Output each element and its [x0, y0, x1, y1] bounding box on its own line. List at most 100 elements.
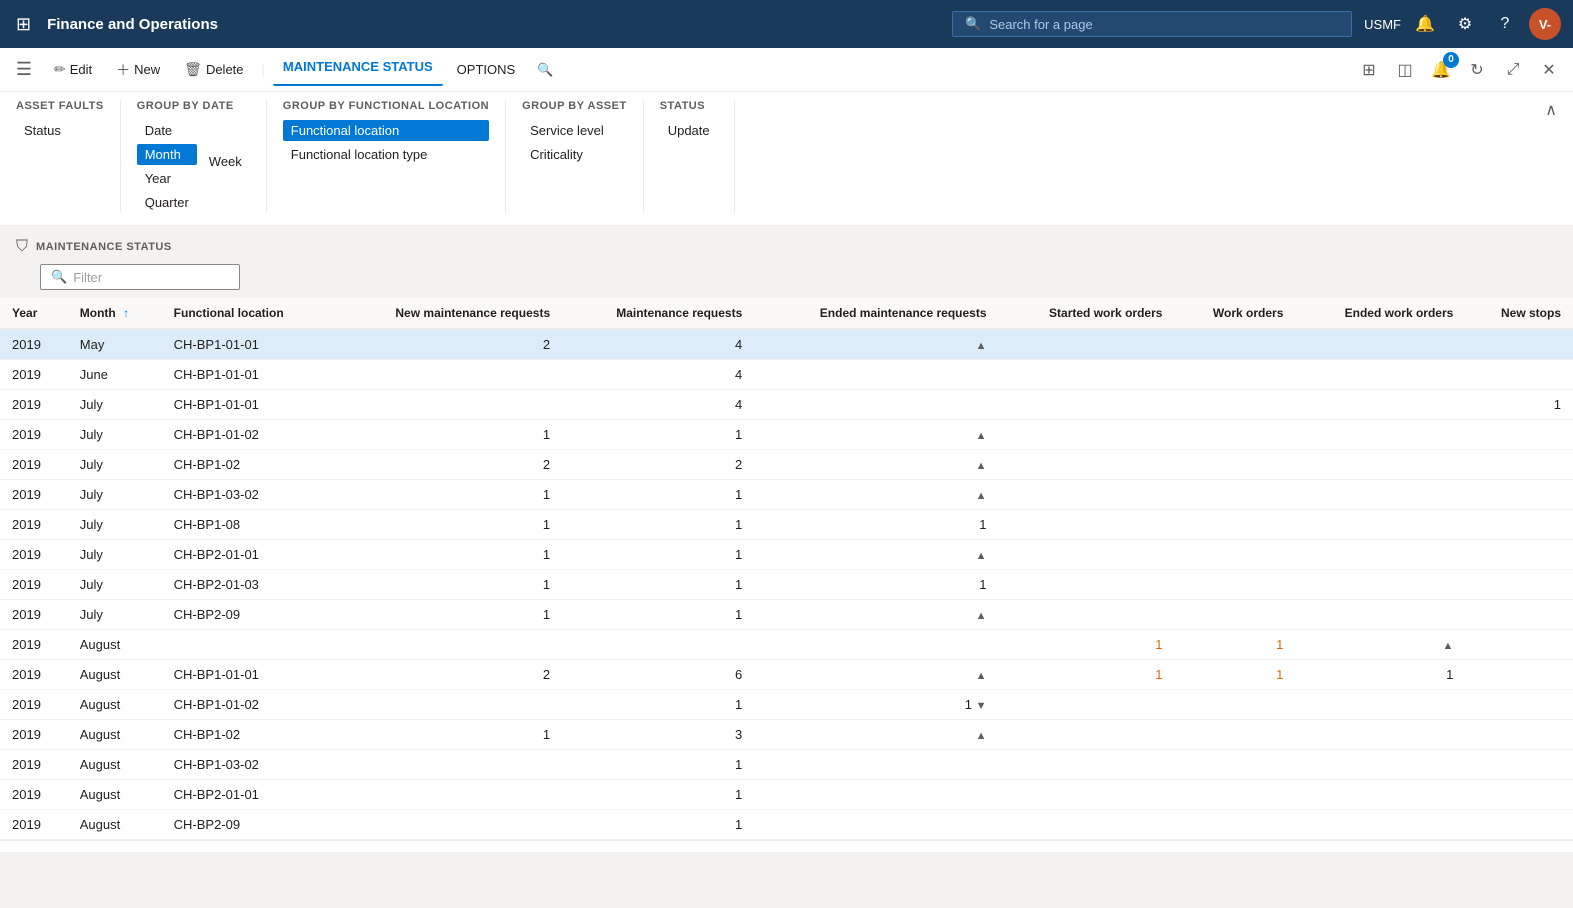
edit-button[interactable]: ✏ Edit	[44, 55, 102, 84]
table-row[interactable]: 2019JulyCH-BP1-08111	[0, 510, 1573, 540]
settings-icon[interactable]: ⚙	[1449, 8, 1481, 40]
table-cell: CH-BP1-01-02	[162, 420, 334, 450]
horizontal-scrollbar[interactable]	[0, 840, 1573, 852]
table-cell: 1	[999, 630, 1175, 660]
ribbon-item-status[interactable]: Status	[16, 120, 104, 141]
filter-bar: 🔍	[0, 256, 1573, 298]
grid-menu-icon[interactable]: ⊞	[12, 10, 35, 39]
group-by-date-col2: Week	[201, 120, 250, 172]
search-input[interactable]	[989, 17, 1339, 32]
table-cell: 2019	[0, 810, 68, 840]
table-row[interactable]: 2019AugustCH-BP1-01-0211 ▼	[0, 690, 1573, 720]
group-by-date-title: GROUP BY DATE	[137, 100, 250, 112]
table-cell	[999, 750, 1175, 780]
expand-icon[interactable]: ⤢	[1497, 54, 1529, 86]
notifications-icon[interactable]: 🔔	[1409, 8, 1441, 40]
table-cell: 2019	[0, 630, 68, 660]
table-cell	[1174, 720, 1295, 750]
ribbon-item-year[interactable]: Year	[137, 168, 197, 189]
table-row[interactable]: 2019AugustCH-BP1-03-021	[0, 750, 1573, 780]
table-cell	[1174, 329, 1295, 360]
table-row[interactable]: 2019JulyCH-BP1-0222▲	[0, 450, 1573, 480]
table-cell: 1	[754, 510, 998, 540]
table-cell: 1	[333, 420, 562, 450]
col-new-stops[interactable]: New stops	[1465, 298, 1573, 329]
col-ended-mr[interactable]: Ended maintenance requests	[754, 298, 998, 329]
ribbon-item-functional-location[interactable]: Functional location	[283, 120, 489, 141]
refresh-icon[interactable]: ↻	[1461, 54, 1493, 86]
col-started-wo[interactable]: Started work orders	[999, 298, 1175, 329]
table-cell: 6	[562, 660, 754, 690]
table-cell	[1465, 780, 1573, 810]
table-cell: 2019	[0, 600, 68, 630]
group-by-functional-items: Functional location Functional location …	[283, 120, 489, 165]
table-cell: 1	[333, 480, 562, 510]
table-cell	[999, 720, 1175, 750]
hamburger-icon[interactable]: ☰	[8, 54, 40, 86]
filter-input[interactable]	[73, 270, 229, 285]
col-new-mr[interactable]: New maintenance requests	[333, 298, 562, 329]
table-row[interactable]: 2019JulyCH-BP2-01-03111	[0, 570, 1573, 600]
group-by-functional-title: GROUP BY FUNCTIONAL LOCATION	[283, 100, 489, 112]
tab-options[interactable]: OPTIONS	[447, 56, 526, 83]
ribbon-group-asset: GROUP BY ASSET Service level Criticality	[522, 100, 644, 213]
table-cell: August	[68, 810, 162, 840]
table-cell	[1174, 780, 1295, 810]
col-wo[interactable]: Work orders	[1174, 298, 1295, 329]
search-tab-icon[interactable]: 🔍	[537, 62, 553, 78]
table-row[interactable]: 2019AugustCH-BP2-091	[0, 810, 1573, 840]
table-cell: 1	[562, 600, 754, 630]
table-cell: 1	[562, 540, 754, 570]
ribbon-item-week[interactable]: Week	[201, 151, 250, 172]
table-cell: July	[68, 600, 162, 630]
tab-maintenance-status[interactable]: MAINTENANCE STATUS	[273, 53, 443, 86]
table-cell: July	[68, 420, 162, 450]
ribbon-item-month[interactable]: Month	[137, 144, 197, 165]
user-avatar[interactable]: V-	[1529, 8, 1561, 40]
table-row[interactable]: 2019JulyCH-BP1-03-0211▲	[0, 480, 1573, 510]
table-cell	[1174, 690, 1295, 720]
col-year[interactable]: Year	[0, 298, 68, 329]
table-cell	[1174, 540, 1295, 570]
global-search[interactable]: 🔍	[952, 11, 1352, 37]
table-row[interactable]: 2019AugustCH-BP2-01-011	[0, 780, 1573, 810]
filter-funnel-icon[interactable]: ⛉	[16, 238, 28, 256]
group-by-asset-items: Service level Criticality	[522, 120, 627, 165]
table-cell	[1295, 390, 1465, 420]
table-row[interactable]: 2019JulyCH-BP2-01-0111▲	[0, 540, 1573, 570]
delete-button[interactable]: 🗑 Delete	[174, 55, 253, 84]
filter-input-container[interactable]: 🔍	[40, 264, 240, 290]
ribbon-item-quarter[interactable]: Quarter	[137, 192, 197, 213]
table-row[interactable]: 2019AugustCH-BP1-01-0126▲111	[0, 660, 1573, 690]
table-cell: July	[68, 450, 162, 480]
ribbon-collapse[interactable]: ∧	[1545, 100, 1557, 213]
table-row[interactable]: 2019JulyCH-BP1-01-0211▲	[0, 420, 1573, 450]
new-button[interactable]: ＋ New	[106, 54, 170, 86]
table-row[interactable]: 2019JulyCH-BP1-01-0141	[0, 390, 1573, 420]
collapse-ribbon-icon[interactable]: ∧	[1545, 100, 1557, 120]
col-month[interactable]: Month ↑	[68, 298, 162, 329]
table-cell: 2	[562, 450, 754, 480]
table-cell	[1295, 810, 1465, 840]
table-row[interactable]: 2019AugustCH-BP1-0213▲	[0, 720, 1573, 750]
ribbon-group-functional: GROUP BY FUNCTIONAL LOCATION Functional …	[283, 100, 506, 213]
delete-label: Delete	[206, 62, 244, 77]
col-ended-wo[interactable]: Ended work orders	[1295, 298, 1465, 329]
table-row[interactable]: 2019JulyCH-BP2-0911▲	[0, 600, 1573, 630]
ribbon-item-update[interactable]: Update	[660, 120, 718, 141]
col-functional-location[interactable]: Functional location	[162, 298, 334, 329]
col-mr[interactable]: Maintenance requests	[562, 298, 754, 329]
ribbon-item-criticality[interactable]: Criticality	[522, 144, 627, 165]
ribbon-item-date[interactable]: Date	[137, 120, 197, 141]
close-icon[interactable]: ✕	[1533, 54, 1565, 86]
help-icon[interactable]: ?	[1489, 8, 1521, 40]
office-icon[interactable]: ◫	[1389, 54, 1421, 86]
view-icon[interactable]: ⊞	[1353, 54, 1385, 86]
table-row[interactable]: 2019JuneCH-BP1-01-014	[0, 360, 1573, 390]
ribbon-item-functional-location-type[interactable]: Functional location type	[283, 144, 489, 165]
table-cell	[1295, 360, 1465, 390]
table-row[interactable]: 2019MayCH-BP1-01-0124▲	[0, 329, 1573, 360]
table-row[interactable]: 2019August11▲	[0, 630, 1573, 660]
ribbon-item-service-level[interactable]: Service level	[522, 120, 627, 141]
table-cell: 2019	[0, 390, 68, 420]
